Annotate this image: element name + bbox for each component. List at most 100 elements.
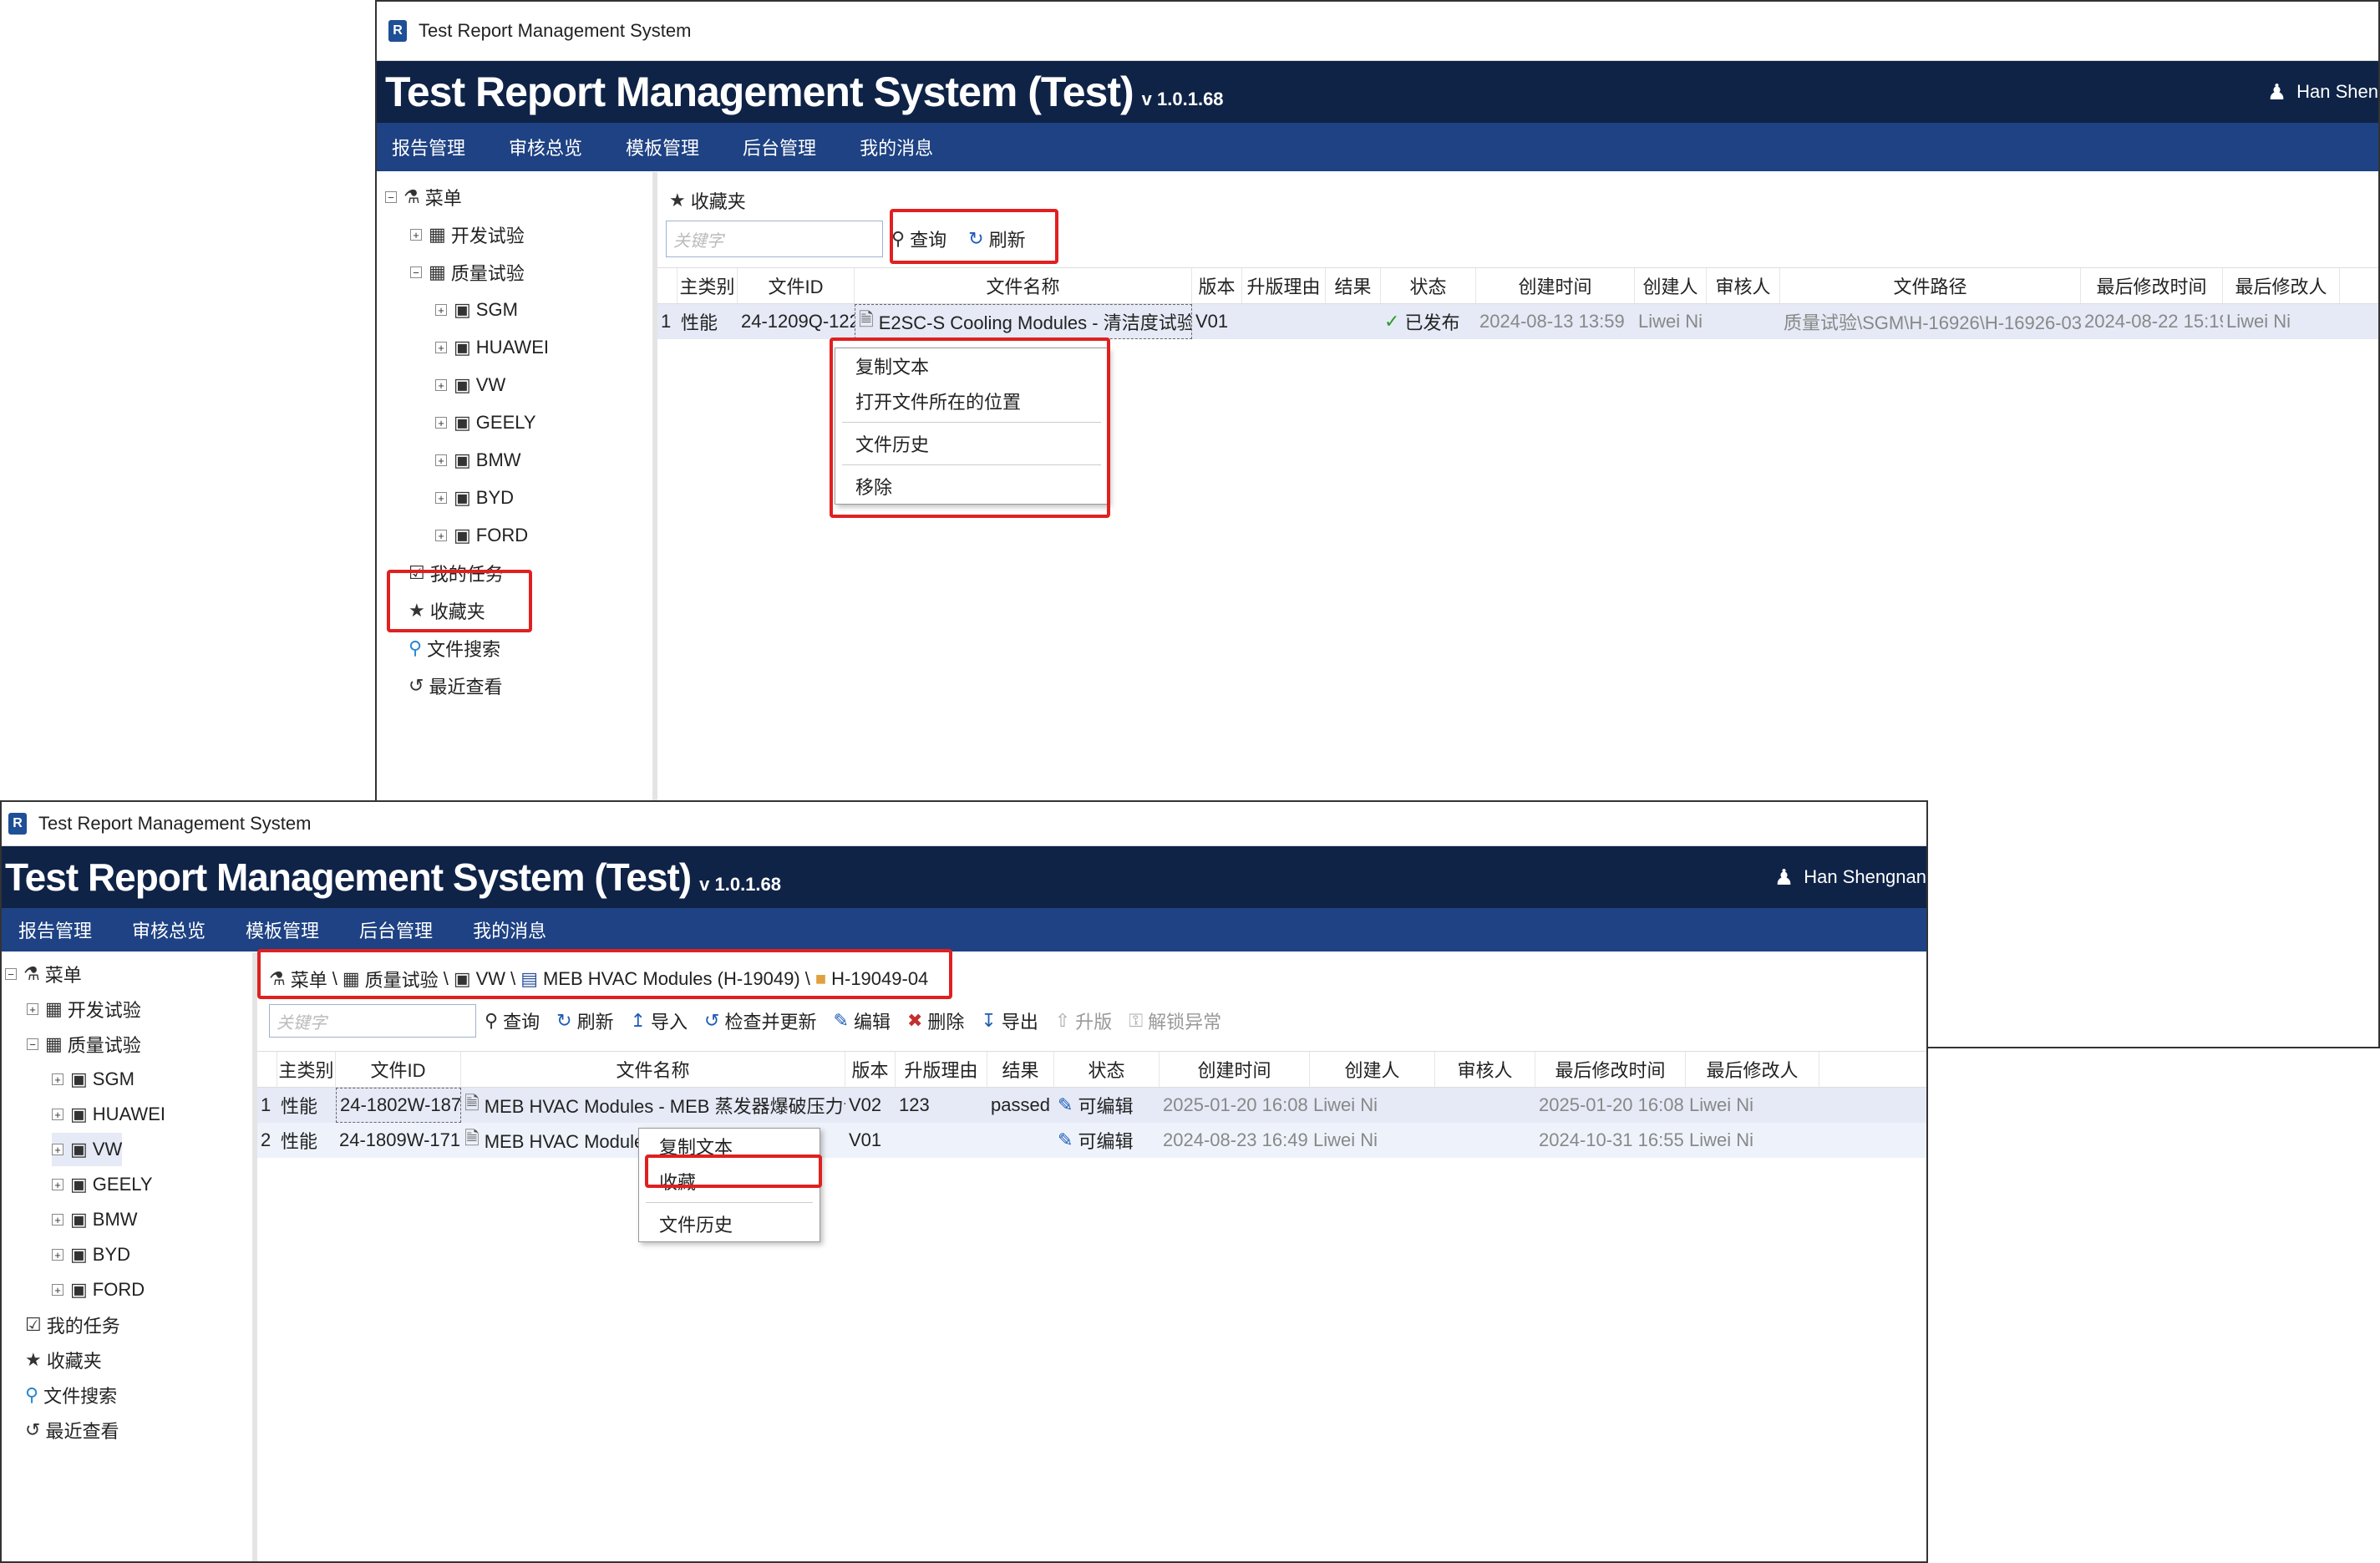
menu-report-management[interactable]: 报告管理 bbox=[392, 134, 465, 160]
column-header[interactable]: 创建时间 bbox=[1476, 268, 1635, 303]
tree-item-tasks[interactable]: ☑ 我的任务 bbox=[25, 1308, 120, 1342]
column-header[interactable]: 最后修改时间 bbox=[2081, 268, 2223, 303]
tree-item-dev[interactable]: + ▦ 开发试验 bbox=[27, 992, 141, 1026]
ctx-add-favorite[interactable]: 收藏 bbox=[639, 1164, 820, 1199]
collapse-icon[interactable]: − bbox=[27, 1038, 38, 1050]
column-header[interactable]: 审核人 bbox=[1707, 268, 1780, 303]
tree-item-brand[interactable]: + ▣ FORD bbox=[52, 1273, 145, 1307]
expand-icon[interactable]: + bbox=[52, 1144, 63, 1155]
menu-template-management[interactable]: 模板管理 bbox=[246, 916, 319, 943]
breadcrumb-item[interactable]: H-19049-04 bbox=[831, 968, 928, 990]
tree-item-file-search[interactable]: ⚲ 文件搜索 bbox=[409, 632, 500, 665]
column-header[interactable]: 文件路径 bbox=[1780, 268, 2081, 303]
column-header[interactable]: 主类别 bbox=[677, 268, 738, 303]
tree-item-brand[interactable]: + ▣ VW bbox=[435, 368, 505, 402]
column-header[interactable]: 状态 bbox=[1381, 268, 1476, 303]
user-menu[interactable]: ♟ Han Shengnan bbox=[1774, 846, 1926, 908]
ctx-file-history[interactable]: 文件历史 bbox=[835, 426, 1108, 461]
ctx-open-location[interactable]: 打开文件所在的位置 bbox=[835, 383, 1108, 419]
tree-item-brand[interactable]: + ▣ BYD bbox=[52, 1238, 130, 1271]
column-header[interactable]: 升版理由 bbox=[1242, 268, 1326, 303]
column-header[interactable]: 状态 bbox=[1054, 1052, 1160, 1087]
tree-item-quality[interactable]: − ▦ 质量试验 bbox=[410, 256, 525, 289]
edit-button[interactable]: ✎ 编辑 bbox=[834, 1007, 891, 1034]
tree-item-brand[interactable]: + ▣ BMW bbox=[435, 444, 521, 477]
check-update-button[interactable]: ↺ 检查并更新 bbox=[704, 1007, 816, 1034]
collapse-icon[interactable]: − bbox=[410, 266, 422, 278]
column-header[interactable]: 文件ID bbox=[738, 268, 855, 303]
query-button[interactable]: ⚲ 查询 bbox=[485, 1007, 540, 1034]
menu-review-overview[interactable]: 审核总览 bbox=[132, 916, 206, 943]
menu-my-messages[interactable]: 我的消息 bbox=[860, 134, 933, 160]
expand-icon[interactable]: + bbox=[52, 1179, 63, 1190]
expand-icon[interactable]: + bbox=[52, 1109, 63, 1120]
import-button[interactable]: ↥ 导入 bbox=[631, 1007, 688, 1034]
column-header[interactable]: 文件ID bbox=[336, 1052, 461, 1087]
table-row[interactable]: 2 性能 24-1809W-171 🗎 MEB HVAC Modules - 清… bbox=[257, 1123, 1926, 1158]
menu-template-management[interactable]: 模板管理 bbox=[626, 134, 699, 160]
expand-icon[interactable]: + bbox=[435, 454, 447, 466]
tree-root[interactable]: − ⚗ 菜单 bbox=[5, 957, 82, 991]
keyword-input[interactable]: 关键字 bbox=[666, 221, 883, 257]
tree-item-brand[interactable]: + ▣ FORD bbox=[435, 519, 528, 552]
expand-icon[interactable]: + bbox=[52, 1249, 63, 1261]
refresh-button[interactable]: ↻ 刷新 bbox=[556, 1007, 613, 1034]
expand-icon[interactable]: + bbox=[410, 229, 422, 241]
collapse-icon[interactable]: − bbox=[385, 191, 397, 203]
keyword-input[interactable]: 关键字 bbox=[269, 1004, 476, 1038]
column-header[interactable]: 版本 bbox=[1192, 268, 1242, 303]
tree-item-recent[interactable]: ↺ 最近查看 bbox=[409, 669, 502, 703]
query-button[interactable]: ⚲ 查询 bbox=[891, 226, 946, 252]
cell-file-name[interactable]: 🗎 MEB HVAC Modules - MEB 蒸发器爆破压力试验 bbox=[461, 1088, 845, 1123]
column-header[interactable]: 最后修改人 bbox=[1686, 1052, 1819, 1087]
export-button[interactable]: ↧ 导出 bbox=[981, 1007, 1038, 1034]
ctx-copy-text[interactable]: 复制文本 bbox=[835, 348, 1108, 383]
column-header[interactable]: 主类别 bbox=[277, 1052, 336, 1087]
expand-icon[interactable]: + bbox=[435, 492, 447, 504]
tree-item-brand[interactable]: + ▣ HUAWEI bbox=[435, 331, 549, 364]
expand-icon[interactable]: + bbox=[52, 1214, 63, 1226]
expand-icon[interactable]: + bbox=[52, 1073, 63, 1085]
expand-icon[interactable]: + bbox=[435, 417, 447, 429]
expand-icon[interactable]: + bbox=[435, 342, 447, 353]
tree-item-favorites[interactable]: ★ 收藏夹 bbox=[25, 1343, 102, 1377]
menu-admin[interactable]: 后台管理 bbox=[743, 134, 816, 160]
column-header[interactable]: 结果 bbox=[1326, 268, 1381, 303]
breadcrumb-item[interactable]: 菜单 bbox=[291, 966, 327, 992]
table-row[interactable]: 1 性能 24-1209Q-122 🗎 E2SC-S Cooling Modul… bbox=[657, 304, 2378, 339]
collapse-icon[interactable]: − bbox=[5, 968, 17, 980]
column-header[interactable]: 文件名称 bbox=[855, 268, 1192, 303]
breadcrumb-item[interactable]: 质量试验 bbox=[365, 966, 439, 992]
tree-item-dev[interactable]: + ▦ 开发试验 bbox=[410, 218, 525, 251]
tree-item-brand[interactable]: + ▣ SGM bbox=[52, 1063, 134, 1096]
delete-button[interactable]: ✖ 删除 bbox=[907, 1007, 964, 1034]
tree-item-recent[interactable]: ↺ 最近查看 bbox=[25, 1413, 119, 1447]
user-menu[interactable]: ♟ Han Shen bbox=[2267, 61, 2378, 123]
ctx-copy-text[interactable]: 复制文本 bbox=[639, 1129, 820, 1164]
column-header[interactable]: 创建时间 bbox=[1160, 1052, 1310, 1087]
tree-item-brand[interactable]: + ▣ BYD bbox=[435, 481, 514, 515]
cell-file-name[interactable]: 🗎 E2SC-S Cooling Modules - 清洁度试验 bbox=[855, 304, 1192, 339]
refresh-button[interactable]: ↻ 刷新 bbox=[968, 226, 1025, 252]
tree-item-brand[interactable]: + ▣ SGM bbox=[435, 293, 518, 327]
tree-item-brand[interactable]: + ▣ BMW bbox=[52, 1203, 138, 1236]
tree-item-brand[interactable]: + ▣ GEELY bbox=[435, 406, 536, 439]
ctx-remove[interactable]: 移除 bbox=[835, 469, 1108, 504]
tree-item-brand-selected[interactable]: + ▣ VW bbox=[52, 1133, 123, 1166]
tree-root[interactable]: − ⚗ 菜单 bbox=[385, 180, 462, 214]
ctx-file-history[interactable]: 文件历史 bbox=[639, 1206, 820, 1241]
column-header[interactable]: 升版理由 bbox=[896, 1052, 987, 1087]
expand-icon[interactable]: + bbox=[435, 379, 447, 391]
column-header[interactable]: 审核人 bbox=[1435, 1052, 1535, 1087]
cell-file-id[interactable]: 24-1802W-187 bbox=[336, 1088, 461, 1123]
tree-item-file-search[interactable]: ⚲ 文件搜索 bbox=[25, 1378, 117, 1412]
table-row[interactable]: 1 性能 24-1802W-187 🗎 MEB HVAC Modules - M… bbox=[257, 1088, 1926, 1123]
menu-review-overview[interactable]: 审核总览 bbox=[509, 134, 582, 160]
expand-icon[interactable]: + bbox=[435, 530, 447, 541]
column-header[interactable]: 最后修改人 bbox=[2223, 268, 2340, 303]
menu-my-messages[interactable]: 我的消息 bbox=[473, 916, 546, 943]
unlock-button[interactable]: ⚿ 解锁异常 bbox=[1129, 1007, 1221, 1034]
expand-icon[interactable]: + bbox=[435, 304, 447, 316]
breadcrumb-item[interactable]: MEB HVAC Modules (H-19049) bbox=[543, 968, 800, 990]
column-header[interactable]: 最后修改时间 bbox=[1535, 1052, 1686, 1087]
